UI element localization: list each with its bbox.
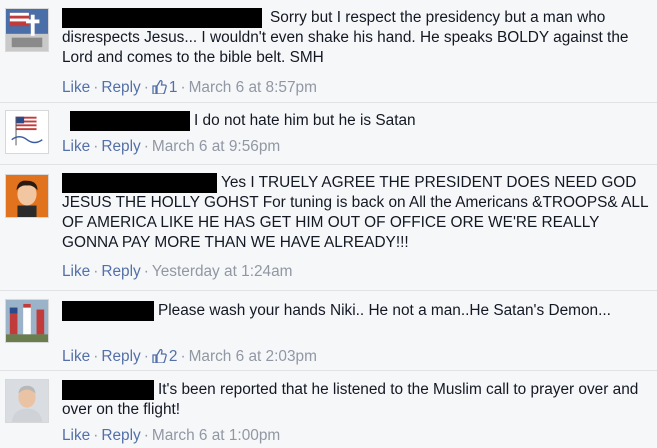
like-link[interactable]: Like: [62, 138, 90, 155]
like-count[interactable]: 1: [169, 79, 178, 96]
comment-item: Please wash your hands Niki.. He not a m…: [0, 291, 657, 371]
portrait-avatar-icon[interactable]: [5, 174, 49, 218]
reply-link[interactable]: Reply: [101, 263, 140, 280]
comment-item: Sorry but I respect the presidency but a…: [0, 0, 657, 103]
comment-actions: Like · Reply · 1 · March 6 at 8:57pm: [62, 79, 317, 96]
redacted-author-name: [62, 8, 262, 28]
redacted-author-name: [70, 111, 190, 131]
comment-timestamp[interactable]: Yesterday at 1:24am: [152, 263, 293, 280]
comment-actions: Like · Reply · March 6 at 9:56pm: [62, 138, 281, 155]
comment-timestamp[interactable]: March 6 at 1:00pm: [152, 427, 280, 444]
comment-actions: Like · Reply · Yesterday at 1:24am: [62, 263, 293, 280]
like-link[interactable]: Like: [62, 79, 90, 96]
flag-cross-avatar-icon[interactable]: [5, 8, 49, 52]
like-count[interactable]: 2: [169, 348, 178, 365]
like-link[interactable]: Like: [62, 263, 90, 280]
comment-body: Sorry but I respect the presidency but a…: [62, 8, 651, 68]
comment-body: I do not hate him but he is Satan: [62, 111, 651, 131]
comment-timestamp[interactable]: March 6 at 8:57pm: [189, 79, 317, 96]
reply-link[interactable]: Reply: [101, 138, 140, 155]
reply-link[interactable]: Reply: [101, 427, 140, 444]
man-avatar-icon[interactable]: [5, 379, 49, 423]
thumbs-up-icon[interactable]: [152, 79, 167, 95]
comment-timestamp[interactable]: March 6 at 9:56pm: [152, 138, 280, 155]
comment-body: It's been reported that he listened to t…: [62, 380, 651, 420]
comment-body: Yes I TRUELY AGREE THE PRESIDENT DOES NE…: [62, 173, 651, 253]
redacted-author-name: [62, 380, 154, 400]
comment-item: I do not hate him but he is Satan Like · R…: [0, 103, 657, 165]
comment-actions: Like · Reply · March 6 at 1:00pm: [62, 427, 281, 444]
like-link[interactable]: Like: [62, 348, 90, 365]
redacted-author-name: [62, 173, 217, 193]
comment-text: Please wash your hands Niki.. He not a m…: [158, 302, 611, 319]
comment-item: It's been reported that he listened to t…: [0, 371, 657, 448]
comment-item: Yes I TRUELY AGREE THE PRESIDENT DOES NE…: [0, 165, 657, 291]
redacted-author-name: [62, 301, 154, 321]
thumbs-up-icon[interactable]: [152, 348, 167, 364]
reply-link[interactable]: Reply: [101, 348, 140, 365]
comment-text: I do not hate him but he is Satan: [194, 112, 416, 129]
flags-avatar-icon[interactable]: [5, 299, 49, 343]
like-link[interactable]: Like: [62, 427, 90, 444]
comment-thread: Sorry but I respect the presidency but a…: [0, 0, 657, 448]
comment-body: Please wash your hands Niki.. He not a m…: [62, 301, 651, 321]
reply-link[interactable]: Reply: [101, 79, 140, 96]
american-flag-avatar-icon[interactable]: [5, 110, 49, 154]
comment-actions: Like · Reply · 2 · March 6 at 2:03pm: [62, 348, 317, 365]
comment-timestamp[interactable]: March 6 at 2:03pm: [189, 348, 317, 365]
